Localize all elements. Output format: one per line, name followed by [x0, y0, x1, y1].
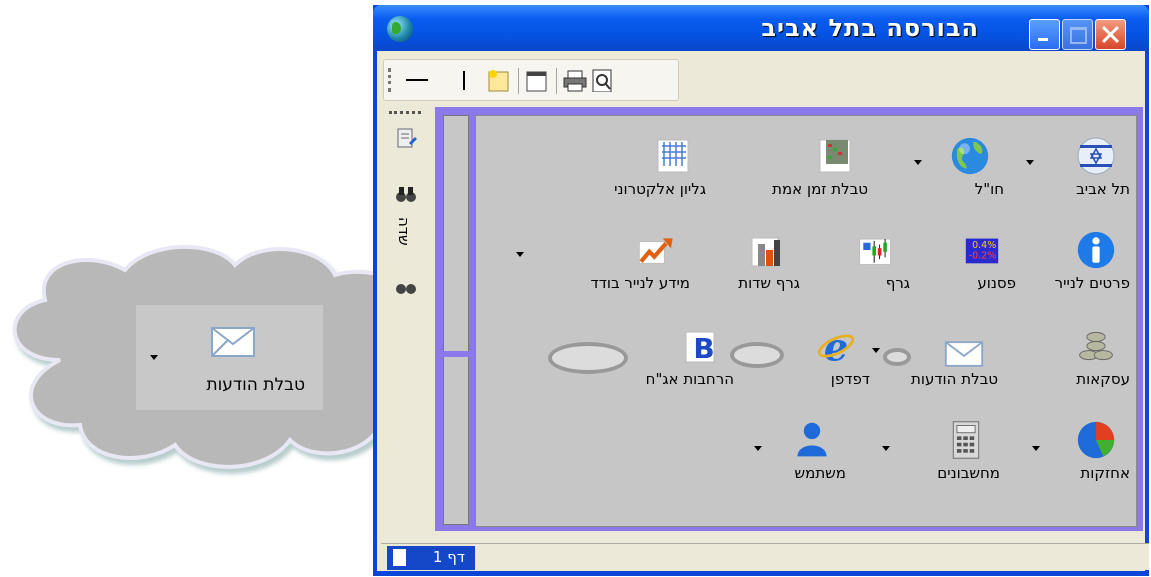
- horizontal-line-icon[interactable]: [404, 68, 430, 92]
- highlight-ring: [548, 342, 628, 374]
- spreadsheet-icon: [657, 139, 689, 173]
- bar-chart-icon: [751, 237, 780, 267]
- table-grid-icon: [819, 139, 851, 173]
- vertical-line-icon[interactable]: [454, 68, 474, 92]
- trend-arrow-icon: [638, 238, 673, 264]
- cascade-windows-icon[interactable]: [524, 68, 550, 92]
- close-button[interactable]: [1095, 19, 1126, 50]
- callout-messages-table: טבלת הודעות: [136, 305, 323, 410]
- envelope-icon: [944, 341, 984, 367]
- svg-text:e: e: [824, 326, 848, 366]
- main-window: הבורסה בתל אביב שדה תל אביב חו"ל טבלת זמ…: [373, 5, 1149, 576]
- messages-table-dropdown-icon[interactable]: [872, 348, 880, 353]
- toolbar: [383, 59, 679, 101]
- tel-aviv-dropdown-icon[interactable]: [1026, 160, 1034, 165]
- minimize-button[interactable]: [1029, 19, 1060, 50]
- binoculars-icon[interactable]: [395, 275, 417, 297]
- maximize-button[interactable]: [1062, 19, 1093, 50]
- status-bar: דף 1: [381, 543, 1149, 570]
- page-tab[interactable]: דף 1: [387, 546, 475, 570]
- item-label: דפדפן: [830, 370, 870, 388]
- item-label: אחזקות: [1080, 464, 1130, 482]
- toolbar-grip[interactable]: [388, 68, 394, 92]
- item-label: טבלת זמן אמת: [772, 180, 868, 198]
- svg-text:B: B: [693, 332, 714, 365]
- b-document-icon: B: [685, 331, 715, 365]
- calculator-icon: [952, 421, 980, 459]
- ticker-icon: 0.4%-0.2%: [965, 238, 999, 264]
- abroad-dropdown-icon[interactable]: [914, 160, 922, 165]
- item-label: גליון אלקטרוני: [614, 180, 706, 198]
- app-globe-icon: [387, 16, 413, 42]
- item-label: עסקאות: [1076, 370, 1130, 388]
- splitter-pane: [443, 115, 469, 525]
- holdings-dropdown-icon[interactable]: [1032, 446, 1040, 451]
- toolbar-separator: [518, 68, 519, 94]
- highlight-ring: [883, 348, 911, 366]
- item-label: חו"ל: [974, 180, 1004, 198]
- print-icon[interactable]: [562, 68, 588, 92]
- ticker-up-value: 0.4%: [972, 240, 996, 251]
- callout-label: טבלת הודעות: [206, 375, 305, 395]
- field-label[interactable]: שדה: [395, 217, 413, 246]
- item-label: פרטים לנייר: [1054, 274, 1130, 292]
- new-window-icon[interactable]: [486, 68, 512, 92]
- item-label: מחשבונים: [937, 464, 1000, 482]
- splitter-bar[interactable]: [443, 351, 473, 357]
- israel-flag-icon: [1077, 137, 1115, 175]
- pie-chart-icon: [1077, 421, 1115, 459]
- item-label: משתמש: [794, 464, 847, 482]
- item-label: מידע לנייר בודד: [590, 274, 691, 292]
- ticker-down-value: -0.2%: [969, 251, 997, 262]
- coins-icon: [1079, 331, 1113, 361]
- icon-panel: תל אביב חו"ל טבלת זמן אמת גליון אלקטרוני: [475, 115, 1137, 527]
- content-frame: תל אביב חו"ל טבלת זמן אמת גליון אלקטרוני: [435, 107, 1143, 531]
- window-title: הבורסה בתל אביב: [761, 14, 979, 42]
- globe-icon: [951, 137, 989, 175]
- security-info-dropdown-icon[interactable]: [516, 252, 524, 257]
- candlestick-chart-icon: [859, 238, 891, 265]
- info-icon: [1077, 231, 1115, 269]
- page-icon: [393, 549, 406, 566]
- side-grip[interactable]: [389, 111, 421, 114]
- user-icon: [797, 422, 827, 457]
- item-label: טבלת הודעות: [911, 370, 998, 388]
- title-bar[interactable]: הבורסה בתל אביב: [373, 5, 1149, 51]
- binoculars-icon[interactable]: [395, 183, 417, 205]
- user-dropdown-icon[interactable]: [754, 446, 762, 451]
- page-tab-label: דף 1: [432, 548, 465, 566]
- envelope-icon: [211, 327, 255, 357]
- print-preview-icon[interactable]: [590, 68, 616, 92]
- left-side-panel: שדה: [383, 107, 433, 521]
- edit-document-icon[interactable]: [395, 127, 417, 149]
- browser-e-icon: e: [817, 326, 855, 366]
- highlight-ring: [730, 342, 784, 368]
- chevron-down-icon: [150, 355, 158, 360]
- client-area: שדה תל אביב חו"ל טבלת זמן אמת גליון אלקט…: [377, 51, 1149, 571]
- calculations-dropdown-icon[interactable]: [882, 446, 890, 451]
- toolbar-separator: [556, 68, 557, 94]
- item-label: תל אביב: [1076, 180, 1130, 198]
- item-label: הרחבות אג"ח: [645, 370, 734, 388]
